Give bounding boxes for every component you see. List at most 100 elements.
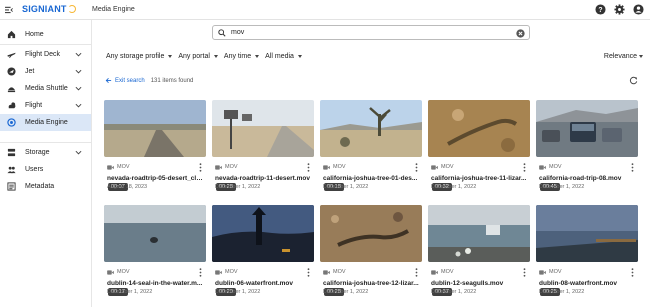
file-date: December 1, 2022 [323,184,369,190]
media-type-label: MOV [117,164,130,170]
sidebar-item-users[interactable]: Users [0,161,91,178]
sidebar-item-media-engine[interactable]: Media Engine [0,114,91,131]
search-input[interactable]: mov [231,29,244,36]
video-thumbnail[interactable] [320,205,422,262]
media-type-label: MOV [333,164,346,170]
sidebar: Home Flight Deck Jet Media Shuttle Fligh… [0,20,92,307]
video-camera-icon [431,164,438,170]
media-type-label: MOV [441,269,454,275]
search-bar[interactable]: mov [212,25,530,40]
media-type-label: MOV [117,269,130,275]
more-options-icon[interactable] [523,163,526,172]
exit-search-link[interactable]: Exit search [105,77,145,84]
storage-profile-filter-label: Any storage profile [106,53,165,60]
media-card[interactable]: 00:28 MOV california-joshua-tree-12-lizar.… [320,205,422,300]
caret-down-icon [297,55,302,58]
more-options-icon[interactable] [307,268,310,277]
more-options-icon[interactable] [415,163,418,172]
file-name[interactable]: nevada-roadtrip-11-desert.mov [215,175,311,182]
video-thumbnail[interactable] [428,205,530,262]
home-icon [7,30,16,39]
more-options-icon[interactable] [631,268,634,277]
sidebar-item-storage[interactable]: Storage [0,144,91,161]
chevron-down-icon[interactable] [75,51,82,58]
file-name[interactable]: dublin-12-seagulls.mov [431,280,527,287]
storage-icon [7,148,16,157]
video-thumbnail[interactable] [428,100,530,157]
video-thumbnail[interactable] [104,100,206,157]
more-options-icon[interactable] [415,268,418,277]
video-thumbnail[interactable] [536,100,638,157]
video-camera-icon [107,269,114,275]
chevron-down-icon[interactable] [75,102,82,109]
file-name[interactable]: california-joshua-tree-01-des... [323,175,419,182]
chevron-down-icon[interactable] [75,85,82,92]
collapse-menu-icon[interactable] [5,6,13,14]
chevron-down-icon[interactable] [75,68,82,75]
more-options-icon[interactable] [307,163,310,172]
video-thumbnail[interactable] [104,205,206,262]
time-filter[interactable]: Any time [224,53,260,60]
caret-down-icon [255,55,260,58]
file-date: December 1, 2022 [431,184,477,190]
flight-deck-icon [7,52,16,59]
account-icon[interactable] [633,4,644,15]
video-thumbnail[interactable] [536,205,638,262]
video-thumbnail[interactable] [212,100,314,157]
file-name[interactable]: california-joshua-tree-12-lizar... [323,280,419,287]
sidebar-item-label: Flight Deck [25,51,61,58]
sidebar-item-label: Flight [25,102,43,109]
file-name[interactable]: california-joshua-tree-11-lizar... [431,175,527,182]
media-card[interactable]: 00:37 MOV dublin-12-seagulls.mov December 1… [428,205,530,300]
media-card[interactable]: 00:25 MOV dublin-08-waterfront.mov December… [536,205,638,300]
media-card[interactable]: 00:28 MOV nevada-roadtrip-11-desert.mov Dec… [212,100,314,195]
video-thumbnail[interactable] [320,100,422,157]
sidebar-item-flight[interactable]: Flight [0,97,91,114]
sidebar-item-media-shuttle[interactable]: Media Shuttle [0,80,91,97]
flight-icon [8,102,16,109]
more-options-icon[interactable] [631,163,634,172]
media-card[interactable]: 00:45 MOV california-road-trip-08.mov Decem… [536,100,638,195]
more-options-icon[interactable] [523,268,526,277]
more-options-icon[interactable] [199,268,202,277]
file-name[interactable]: dublin-08-waterfront.mov [539,280,635,287]
video-thumbnail[interactable] [212,205,314,262]
storage-profile-filter[interactable]: Any storage profile [106,53,173,60]
sidebar-item-home[interactable]: Home [0,26,91,43]
sidebar-item-flight-deck[interactable]: Flight Deck [0,46,91,63]
media-card[interactable]: 00:17 MOV dublin-14-seal-in-the-water.m...… [104,205,206,300]
caret-down-icon [168,55,173,58]
media-card[interactable]: 00:32 MOV california-joshua-tree-11-lizar.… [428,100,530,195]
signiant-logo[interactable]: SIGNIANT [22,4,76,14]
media-type: MOV [323,269,346,275]
media-filter[interactable]: All media [265,53,302,60]
chevron-down-icon[interactable] [75,149,82,156]
arrow-left-icon [105,78,112,83]
video-camera-icon [323,164,330,170]
media-type: MOV [431,164,454,170]
help-icon[interactable]: ? [595,4,606,15]
refresh-icon[interactable] [629,76,638,85]
media-card[interactable]: 00:07 MOV nevada-roadtrip-05-desert_cli...… [104,100,206,195]
users-icon [7,166,16,174]
sidebar-item-jet[interactable]: Jet [0,63,91,80]
clear-search-icon[interactable] [516,28,525,38]
file-date: December 1, 2022 [215,184,261,190]
file-name[interactable]: dublin-14-seal-in-the-water.m... [107,280,203,287]
video-camera-icon [107,164,114,170]
settings-icon[interactable] [614,4,625,15]
media-card[interactable]: 00:18 MOV california-joshua-tree-01-des...… [320,100,422,195]
file-name[interactable]: nevada-roadtrip-05-desert_cli... [107,175,203,182]
media-type: MOV [215,269,238,275]
file-name[interactable]: california-road-trip-08.mov [539,175,635,182]
media-card[interactable]: 00:20 MOV dublin-06-waterfront.mov December… [212,205,314,300]
file-name[interactable]: dublin-06-waterfront.mov [215,280,311,287]
file-date: December 1, 2022 [323,289,369,295]
more-options-icon[interactable] [199,163,202,172]
media-type: MOV [323,164,346,170]
file-date: August 18, 2023 [107,184,148,190]
sort-dropdown[interactable]: Relevance [604,53,643,60]
portal-filter[interactable]: Any portal [178,53,218,60]
media-type-label: MOV [225,164,238,170]
sidebar-item-metadata[interactable]: Metadata [0,178,91,195]
